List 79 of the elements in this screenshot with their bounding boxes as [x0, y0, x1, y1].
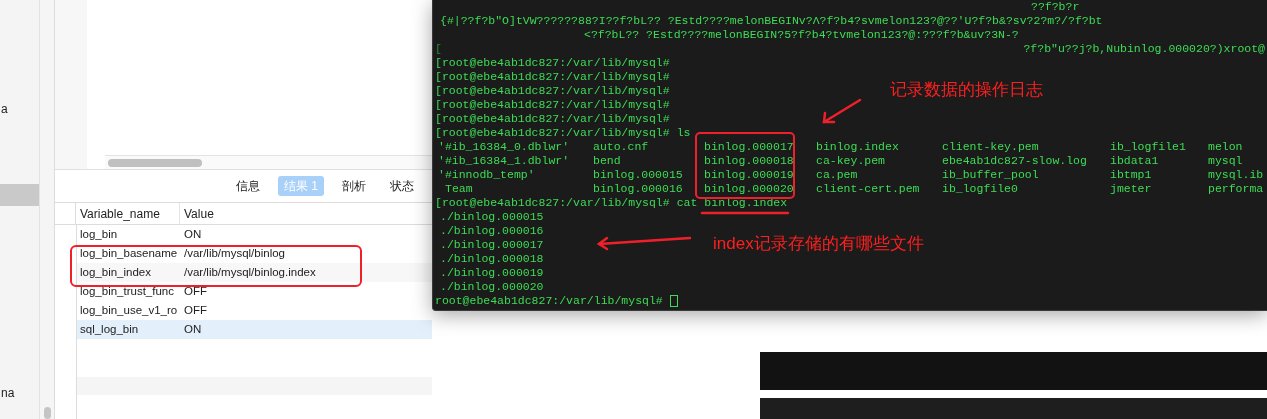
table-cell: /var/lib/mysql/binlog.index	[184, 265, 316, 278]
table-cell: log_bin_use_v1_ro	[80, 303, 178, 316]
file-name: ibdata1	[1110, 154, 1159, 167]
file-name: client-cert.pem	[816, 182, 920, 195]
table-cell: log_bin	[80, 227, 118, 240]
sidebar-item[interactable]: na	[0, 382, 39, 404]
sidebar-item[interactable]: a	[0, 98, 39, 120]
file-name: bend	[593, 154, 621, 167]
file-name: auto.cnf	[593, 140, 649, 153]
terminal-text: ??f?b?r	[1031, 0, 1080, 14]
terminal-text: ?f?b"u??j?b,Nubinlog.000020?)xroot@	[1023, 42, 1266, 56]
terminal-text: ./binlog.000015	[440, 210, 544, 224]
terminal-text: [	[435, 42, 442, 56]
column-header[interactable]: Value	[184, 204, 214, 223]
file-name: ib_buffer_pool	[942, 168, 1039, 181]
file-name: binlog.000017	[704, 140, 794, 153]
shell-prompt: [root@ebe4ab1dc827:/var/lib/mysql#	[435, 196, 670, 210]
shell-command: cat	[676, 196, 698, 210]
arrow-icon	[597, 236, 691, 250]
shell-prompt: [root@ebe4ab1dc827:/var/lib/mysql#	[435, 98, 670, 112]
table-cell: OFF	[184, 303, 207, 316]
file-name: binlog.000018	[704, 154, 794, 167]
file-name: ca-key.pem	[816, 154, 885, 167]
table-cell: log_bin_trust_func	[80, 284, 174, 297]
file-name: mysql.ib	[1208, 168, 1264, 181]
file-name: ibtmp1	[1110, 168, 1152, 181]
table-row[interactable]: sql_log_bin ON	[77, 320, 432, 339]
terminal-text: {#|??f?b"O]tVW??????88?I??f?bL?? ?Estd????melonBEGINv?Λ?f?b4?svmelon123?@??'U?f?b&?sv?2?m?/?f?bt	[440, 14, 1103, 28]
file-name: ebe4ab1dc827-slow.log	[942, 154, 1087, 167]
file-name: binlog.index	[816, 140, 899, 153]
file-name: binlog.000016	[593, 182, 683, 195]
result-tab[interactable]: 状态	[384, 176, 420, 196]
column-header[interactable]: Variable_name	[80, 204, 160, 223]
shell-prompt: [root@ebe4ab1dc827:/var/lib/mysql#	[435, 126, 670, 140]
table-cell: /var/lib/mysql/binlog	[184, 246, 285, 259]
file-name: melon	[1208, 140, 1243, 153]
file-name: binlog.000015	[593, 168, 683, 181]
table-cell: OFF	[184, 284, 207, 297]
terminal-text: ./binlog.000018	[440, 252, 544, 266]
table-cell: log_bin_index	[80, 265, 151, 278]
result-tab[interactable]: 信息	[230, 176, 266, 196]
annotation-text: 记录数据的操作日志	[890, 80, 1043, 100]
shell-prompt: [root@ebe4ab1dc827:/var/lib/mysql#	[435, 112, 670, 126]
file-name: binlog.000020	[704, 182, 794, 195]
shell-prompt: [root@ebe4ab1dc827:/var/lib/mysql#	[435, 84, 670, 98]
file-name: ca.pem	[816, 168, 858, 181]
file-name: performa	[1208, 182, 1264, 195]
file-name: jmeter	[1110, 182, 1152, 195]
terminal-text: ./binlog.000020	[440, 280, 544, 294]
file-name: Team	[445, 182, 473, 195]
terminal-text: ./binlog.000019	[440, 266, 544, 280]
file-name: mysql	[1208, 154, 1243, 167]
sidebar-item[interactable]	[0, 184, 39, 206]
shell-prompt: [root@ebe4ab1dc827:/var/lib/mysql#	[435, 70, 670, 84]
annotation-text: index记录存储的有哪些文件	[713, 234, 924, 254]
shell-command: ls	[676, 126, 691, 140]
table-cell: sql_log_bin	[80, 322, 139, 335]
table-cell: ON	[184, 227, 202, 240]
shell-argument: binlog.index	[704, 196, 788, 210]
file-name: binlog.000019	[704, 168, 794, 181]
arrow-icon	[821, 99, 861, 124]
file-name: ib_logfile0	[942, 182, 1018, 195]
file-name: '#ib_16384_1.dblwr'	[438, 154, 570, 167]
shell-prompt: [root@ebe4ab1dc827:/var/lib/mysql#	[435, 56, 670, 70]
table-row[interactable]: log_bin_index /var/lib/mysql/binlog.index	[77, 263, 432, 282]
table-cell: log_bin_basename	[80, 246, 178, 259]
scrollbar-thumb[interactable]	[43, 407, 51, 419]
shell-prompt: root@ebe4ab1dc827:/var/lib/mysql#	[435, 294, 663, 308]
terminal-text: ./binlog.000017	[440, 238, 544, 252]
terminal-text: <?f?bL?? ?Estd????melonBEGIN?5?f?b4?tvmelon123?@:???f?b&uv?3N-?	[584, 28, 1019, 42]
file-name: client-key.pem	[942, 140, 1039, 153]
terminal-text: ./binlog.000016	[440, 224, 544, 238]
horizontal-scrollbar[interactable]	[105, 155, 432, 169]
scrollbar-thumb[interactable]	[108, 158, 202, 167]
result-tab[interactable]: 剖析	[336, 176, 372, 196]
file-name: '#ib_16384_0.dblwr'	[438, 140, 570, 153]
file-name: ib_logfile1	[1110, 140, 1186, 153]
file-name: '#innodb_temp'	[438, 168, 535, 181]
table-cell: ON	[184, 322, 202, 335]
